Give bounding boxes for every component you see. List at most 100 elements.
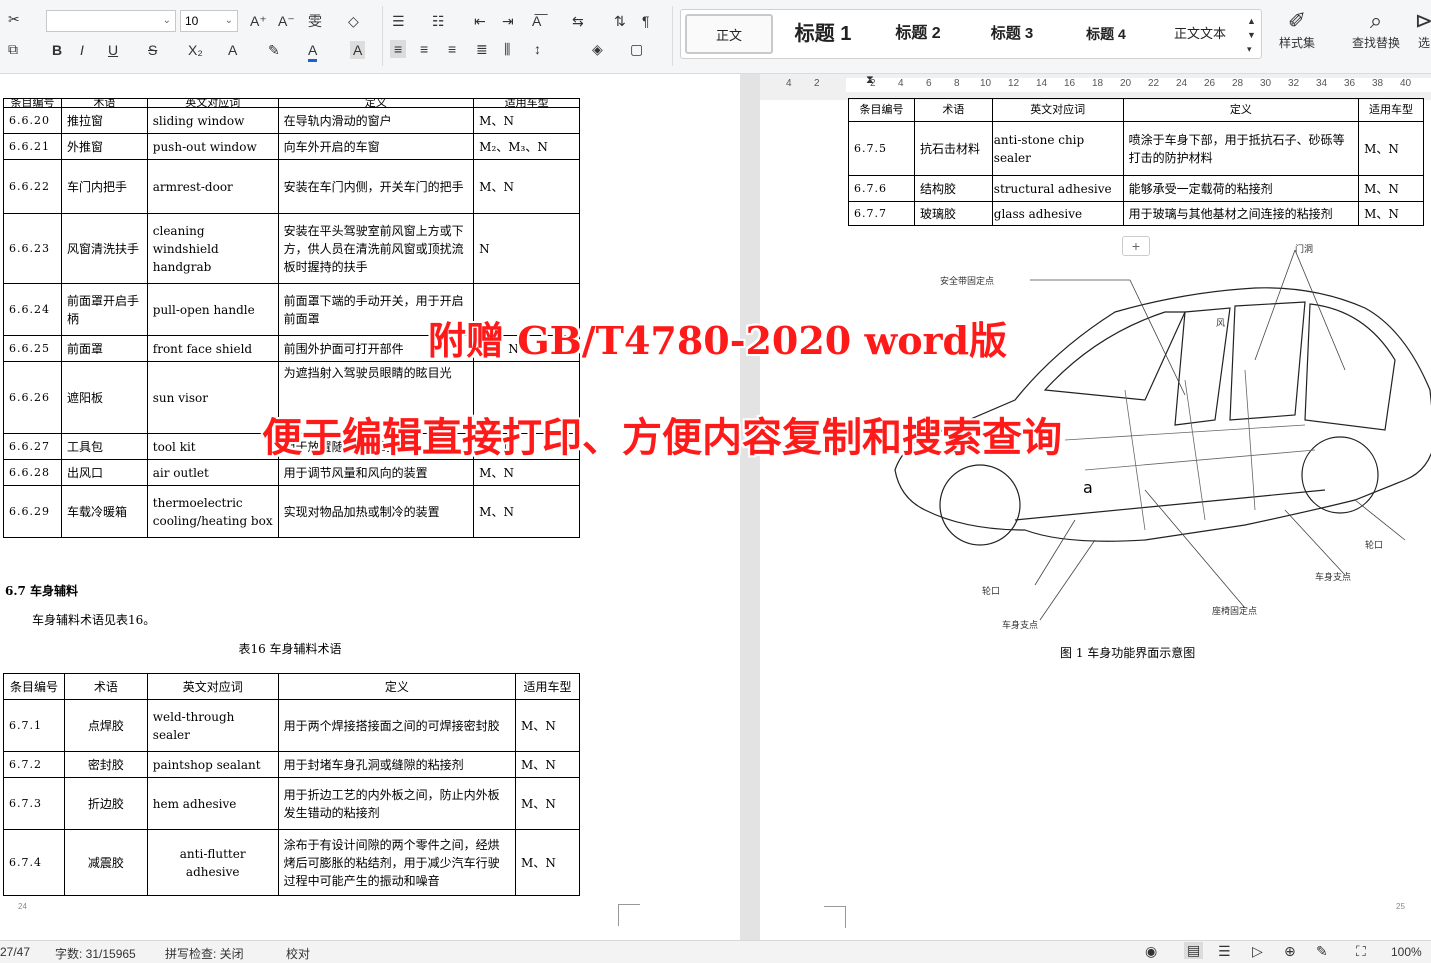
table-row: 6.7.1 点焊胶 weld-through sealer 用于两个焊接搭接面之间的可… xyxy=(3,699,580,752)
term: 前面罩开启手柄 xyxy=(60,283,148,336)
border-icon[interactable]: ▢ xyxy=(630,40,643,58)
english-term: sun visor xyxy=(146,361,279,434)
char-shading-button[interactable]: A xyxy=(350,41,366,59)
show-marks-icon[interactable]: ¶ xyxy=(642,12,650,30)
bullet-list-icon[interactable]: ☰ xyxy=(392,12,405,30)
page-indicator[interactable]: 27/47 xyxy=(0,945,30,959)
style-body-text[interactable]: 正文文本 xyxy=(1159,14,1241,54)
text-effect-button[interactable]: A xyxy=(228,41,237,59)
ruler-tick: 6 xyxy=(926,78,932,89)
term: 结构胶 xyxy=(913,175,993,202)
column-header: 条目编号 xyxy=(848,98,915,122)
shrink-font-button[interactable]: A⁻ xyxy=(278,12,295,30)
style-heading-1[interactable]: 标题 1 xyxy=(781,14,865,54)
ruler-tick: 14 xyxy=(1036,78,1048,89)
ruler-tick: 18 xyxy=(1092,78,1104,89)
item-number: 6.6.21 xyxy=(3,133,62,160)
grow-font-button[interactable]: A⁺ xyxy=(250,12,267,30)
italic-button[interactable]: I xyxy=(80,41,84,59)
label-body-support-rear: 车身支点 xyxy=(1315,572,1352,582)
numbered-list-icon[interactable]: ☷ xyxy=(432,12,445,30)
fit-page-icon[interactable]: ⛶ xyxy=(1356,943,1366,960)
style-normal[interactable]: 正文 xyxy=(685,14,773,54)
shading-icon[interactable]: ◈ xyxy=(592,40,603,58)
chevron-down-icon: ⌄ xyxy=(162,15,171,26)
document-page-left[interactable]: 条目编号 术语 英文对应词 定义 适用车型 6.6.20 推拉窗 sliding w… xyxy=(0,74,740,940)
horizontal-ruler[interactable]: 4 2 2 4 6 8 10 12 14 16 18 20 22 24 26 2… xyxy=(760,74,1431,100)
eye-protection-icon[interactable]: ◉ xyxy=(1145,943,1157,960)
highlight-icon[interactable]: ✎ xyxy=(268,41,280,59)
definition: 用于封堵车身孔洞或缝隙的粘接剂 xyxy=(277,751,517,778)
table-header-row: 条目编号 术语 英文对应词 定义 适用车型 xyxy=(848,98,1424,122)
table-row: 6.7.7 玻璃胶 glass adhesive 用于玻璃与其他基材之间连接的粘接剂 M… xyxy=(848,201,1424,226)
zoom-level[interactable]: 100% xyxy=(1391,945,1422,959)
pen-icon[interactable]: ✎ xyxy=(1316,943,1328,960)
column-header: 定义 xyxy=(277,673,517,700)
font-name-select[interactable]: ⌄ xyxy=(46,10,176,32)
sort-icon[interactable]: ⇅ xyxy=(614,12,626,30)
definition: 安装在车门内侧，开关车门的把手 xyxy=(277,159,475,214)
definition: 喷涂于车身下部，用于抵抗石子、砂砾等打击的防护材料 xyxy=(1122,121,1360,176)
definition: 用于调节风量和风向的装置 xyxy=(277,459,475,486)
play-icon[interactable]: ▷ xyxy=(1252,943,1263,960)
term: 密封胶 xyxy=(63,751,148,778)
align-center-icon[interactable]: ≡ xyxy=(420,40,428,58)
style-heading-2[interactable]: 标题 2 xyxy=(877,14,959,54)
underline-button[interactable]: U xyxy=(108,41,118,59)
english-term: pull-open handle xyxy=(146,283,279,336)
leader-line xyxy=(1039,539,1096,621)
find-replace-button[interactable]: ⌕ 查找替换 xyxy=(1344,8,1408,51)
table-row: 6.6.20 推拉窗 sliding window 在导轨内滑动的窗户 M、N xyxy=(3,107,580,134)
justify-icon[interactable]: ≣ xyxy=(476,40,488,58)
style-set-button[interactable]: ✐ 样式集 xyxy=(1272,8,1322,51)
subscript-button[interactable]: X₂ xyxy=(188,41,203,59)
ruler-tick: 22 xyxy=(1148,78,1160,89)
font-color-button[interactable]: A xyxy=(308,41,318,62)
term: 外推窗 xyxy=(60,133,148,160)
cut-icon[interactable]: ✂ xyxy=(8,10,20,28)
leader-line xyxy=(1284,509,1346,576)
gallery-more-icon[interactable]: ▾ xyxy=(1247,40,1252,58)
table-header-row: 条目编号 术语 英文对应词 定义 适用车型 xyxy=(3,98,580,108)
web-view-icon[interactable]: ⊕ xyxy=(1284,943,1296,960)
document-page-right[interactable]: 条目编号 术语 英文对应词 定义 适用车型 6.7.5 抗石击材料 anti-sto… xyxy=(760,98,1431,940)
ruler-tick: 2 xyxy=(814,78,820,89)
strikethrough-button[interactable]: S xyxy=(148,41,157,59)
phonetic-guide-button[interactable]: 雯 xyxy=(308,12,322,30)
styles-gallery: 正文 标题 1 标题 2 标题 3 标题 4 正文文本 ▲ ▼ ▾ xyxy=(680,9,1262,59)
english-term: sliding window xyxy=(146,107,279,134)
applicable-models: M、N xyxy=(1358,201,1424,226)
indent-marker-icon[interactable]: ⧗ xyxy=(866,71,874,89)
outline-view-icon[interactable]: ☰ xyxy=(1218,943,1231,960)
ruler-tick: 4 xyxy=(898,78,904,89)
align-left-icon[interactable]: ≡ xyxy=(390,40,407,58)
bold-button[interactable]: B xyxy=(52,41,62,59)
select-button[interactable]: ⊳ 选 xyxy=(1414,8,1431,51)
label-seatbelt-anchor: 安全带固定点 xyxy=(940,276,995,286)
format-painter-icon[interactable]: ⧉ xyxy=(8,40,18,58)
line-spacing-icon[interactable]: ↕ xyxy=(534,40,541,58)
page-view-icon[interactable]: ▤ xyxy=(1184,942,1204,959)
increase-indent-icon[interactable]: ⇥ xyxy=(502,12,514,30)
brush-icon: ✐ xyxy=(1287,8,1307,33)
align-right-icon[interactable]: ≡ xyxy=(448,40,456,58)
table-row: 6.6.29 车载冷暖箱 thermoelectric cooling/heatin… xyxy=(3,485,580,538)
word-count[interactable]: 字数: 31/15965 xyxy=(55,945,136,962)
proofread-button[interactable]: 校对 xyxy=(286,945,310,962)
clear-format-icon[interactable]: ◇ xyxy=(348,12,359,30)
distribute-icon[interactable]: ⫼ xyxy=(504,40,510,58)
style-heading-4[interactable]: 标题 4 xyxy=(1065,14,1147,54)
definition: 向车外开启的车窗 xyxy=(277,133,475,160)
chinese-layout-icon[interactable]: A͞ xyxy=(532,12,541,30)
item-number: 6.6.22 xyxy=(3,159,62,214)
rear-quarter xyxy=(1304,303,1396,431)
page-gap xyxy=(740,74,760,940)
margin-corner xyxy=(824,906,846,928)
decrease-indent-icon[interactable]: ⇤ xyxy=(474,12,486,30)
style-heading-3[interactable]: 标题 3 xyxy=(971,14,1053,54)
label-a: a xyxy=(1083,478,1093,497)
column-header: 适用车型 xyxy=(515,673,580,700)
font-size-select[interactable]: 10 ⌄ xyxy=(180,10,238,32)
spell-check-status[interactable]: 拼写检查: 关闭 xyxy=(165,945,244,962)
text-direction-icon[interactable]: ⇆ xyxy=(572,12,584,30)
